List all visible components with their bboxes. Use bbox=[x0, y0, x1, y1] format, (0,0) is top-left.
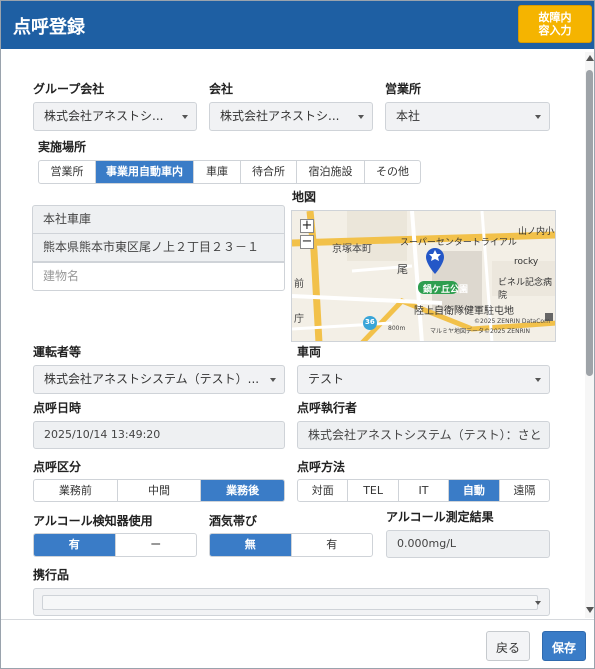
scroll-up-icon[interactable] bbox=[586, 55, 594, 61]
alcohol-smell-option[interactable]: 有 bbox=[292, 534, 373, 556]
location-option[interactable]: 事業用自動車内 bbox=[96, 161, 194, 183]
detector-use-label: アルコール検知器使用 bbox=[33, 514, 153, 528]
office-value: 本社 bbox=[396, 109, 421, 123]
alcohol-result-label: アルコール測定結果 bbox=[386, 510, 494, 524]
driver-value: 株式会社アネストシステム（テスト）... bbox=[44, 372, 260, 386]
location-label: 実施場所 bbox=[38, 140, 87, 154]
call-type-selector: 業務前 中間 業務後 bbox=[33, 479, 285, 502]
belongings-label: 携行品 bbox=[33, 568, 70, 582]
chevron-down-icon bbox=[182, 115, 188, 119]
alcohol-smell-option[interactable]: 無 bbox=[210, 534, 292, 556]
office-label: 営業所 bbox=[385, 82, 422, 96]
detector-use-option[interactable]: 有 bbox=[34, 534, 116, 556]
company-label: 会社 bbox=[209, 82, 234, 96]
save-button[interactable]: 保存 bbox=[542, 631, 586, 661]
group-company-label: グループ会社 bbox=[33, 82, 105, 96]
company-select[interactable]: 株式会社アネストシ... bbox=[209, 102, 373, 131]
map-label-kyotsuka: 京塚本町 bbox=[332, 244, 372, 255]
chevron-down-icon bbox=[535, 378, 541, 382]
map-copyright-1: ©2025 ZENRIN DataCom bbox=[474, 318, 550, 325]
chevron-down-icon bbox=[358, 115, 364, 119]
call-method-option[interactable]: 対面 bbox=[298, 480, 349, 501]
location-option[interactable]: その他 bbox=[365, 161, 420, 183]
call-method-option[interactable]: IT bbox=[399, 480, 450, 501]
detector-use-selector: 有ー bbox=[33, 533, 197, 557]
vehicle-value: テスト bbox=[308, 372, 345, 386]
zoom-out-icon[interactable]: − bbox=[300, 235, 314, 249]
belongings-tag-box bbox=[42, 595, 538, 610]
map-label-supercenter: スーパーセンタートライアル bbox=[400, 238, 517, 248]
fault-input-button[interactable]: 故障内容入力 bbox=[518, 5, 592, 43]
detector-use-option[interactable]: ー bbox=[116, 534, 197, 556]
location-option[interactable]: 宿泊施設 bbox=[297, 161, 365, 183]
vehicle-label: 車両 bbox=[297, 345, 322, 359]
map-view[interactable]: + − 京塚本町 スーパーセンタートライアル 山ノ内小 rocky 鍋ケ丘公園 … bbox=[291, 210, 556, 342]
group-company-select[interactable]: 株式会社アネストシ... bbox=[33, 102, 197, 131]
executor-label: 点呼執行者 bbox=[297, 401, 358, 415]
chevron-down-icon bbox=[535, 601, 541, 605]
map-label-mae: 前 bbox=[294, 279, 304, 290]
map-copyright-2: マルミヤ地図データ©2025 ZENRIN bbox=[430, 328, 530, 335]
vehicle-select[interactable]: テスト bbox=[297, 365, 550, 394]
map-label-route: 36 bbox=[365, 318, 375, 326]
location-option[interactable]: 待合所 bbox=[241, 161, 297, 183]
belongings-select[interactable] bbox=[33, 588, 550, 616]
map-label-army: 陸上自衛隊健軍駐屯地 bbox=[414, 306, 514, 317]
call-type-option[interactable]: 業務前 bbox=[34, 480, 118, 501]
alcohol-smell-label: 酒気帯び bbox=[209, 514, 258, 528]
call-method-option[interactable]: TEL bbox=[348, 480, 399, 501]
call-type-option[interactable]: 中間 bbox=[118, 480, 202, 501]
call-method-selector: 対面 TEL IT 自動 遠隔 bbox=[297, 479, 550, 502]
executor-field[interactable]: 株式会社アネストシステム（テスト）：さと bbox=[297, 421, 550, 449]
alcohol-smell-selector: 無有 bbox=[209, 533, 373, 557]
map-scale: 800m bbox=[388, 325, 406, 332]
call-type-option[interactable]: 業務後 bbox=[201, 480, 284, 501]
map-label-biner: ビネル記念病院 bbox=[498, 278, 553, 301]
call-type-label: 点呼区分 bbox=[33, 460, 82, 474]
chevron-down-icon bbox=[270, 378, 276, 382]
map-label-rocky: rocky bbox=[514, 257, 539, 267]
back-button[interactable]: 戻る bbox=[486, 631, 530, 661]
building-field[interactable]: 建物名 bbox=[32, 262, 285, 291]
map-label-park: 鍋ケ丘公園 bbox=[423, 285, 469, 295]
map-label-o: 尾 bbox=[397, 263, 408, 276]
zoom-in-icon[interactable]: + bbox=[300, 219, 314, 233]
call-method-label: 点呼方法 bbox=[297, 460, 346, 474]
chevron-down-icon bbox=[535, 115, 541, 119]
location-option[interactable]: 営業所 bbox=[39, 161, 96, 183]
location-selector: 営業所 事業用自動車内 車庫 待合所 宿泊施設 その他 bbox=[38, 160, 421, 184]
call-datetime-field[interactable]: 2025/10/14 13:49:20 bbox=[33, 421, 285, 449]
map-label: 地図 bbox=[292, 190, 317, 204]
map-label-cho: 庁 bbox=[294, 314, 304, 325]
place-name-field[interactable]: 本社車庫 bbox=[32, 205, 285, 234]
alcohol-result-field[interactable]: 0.000mg/L bbox=[386, 530, 550, 558]
office-select[interactable]: 本社 bbox=[385, 102, 550, 131]
page-title: 点呼登録 bbox=[13, 17, 85, 38]
group-company-value: 株式会社アネストシ... bbox=[44, 109, 164, 123]
map-label-yamanouchi: 山ノ内小 bbox=[518, 227, 555, 237]
scrollbar-thumb[interactable] bbox=[586, 70, 593, 376]
company-value: 株式会社アネストシ... bbox=[220, 109, 340, 123]
call-datetime-label: 点呼日時 bbox=[33, 401, 82, 415]
address-field[interactable]: 熊本県熊本市東区尾ノ上２丁目２３－１ bbox=[32, 233, 285, 262]
scroll-down-icon[interactable] bbox=[586, 607, 594, 613]
driver-label: 運転者等 bbox=[33, 345, 82, 359]
call-method-option[interactable]: 遠隔 bbox=[500, 480, 549, 501]
driver-select[interactable]: 株式会社アネストシステム（テスト）... bbox=[33, 365, 285, 394]
location-option[interactable]: 車庫 bbox=[194, 161, 241, 183]
title-bar: 点呼登録 bbox=[1, 1, 594, 49]
call-method-option[interactable]: 自動 bbox=[449, 480, 500, 501]
